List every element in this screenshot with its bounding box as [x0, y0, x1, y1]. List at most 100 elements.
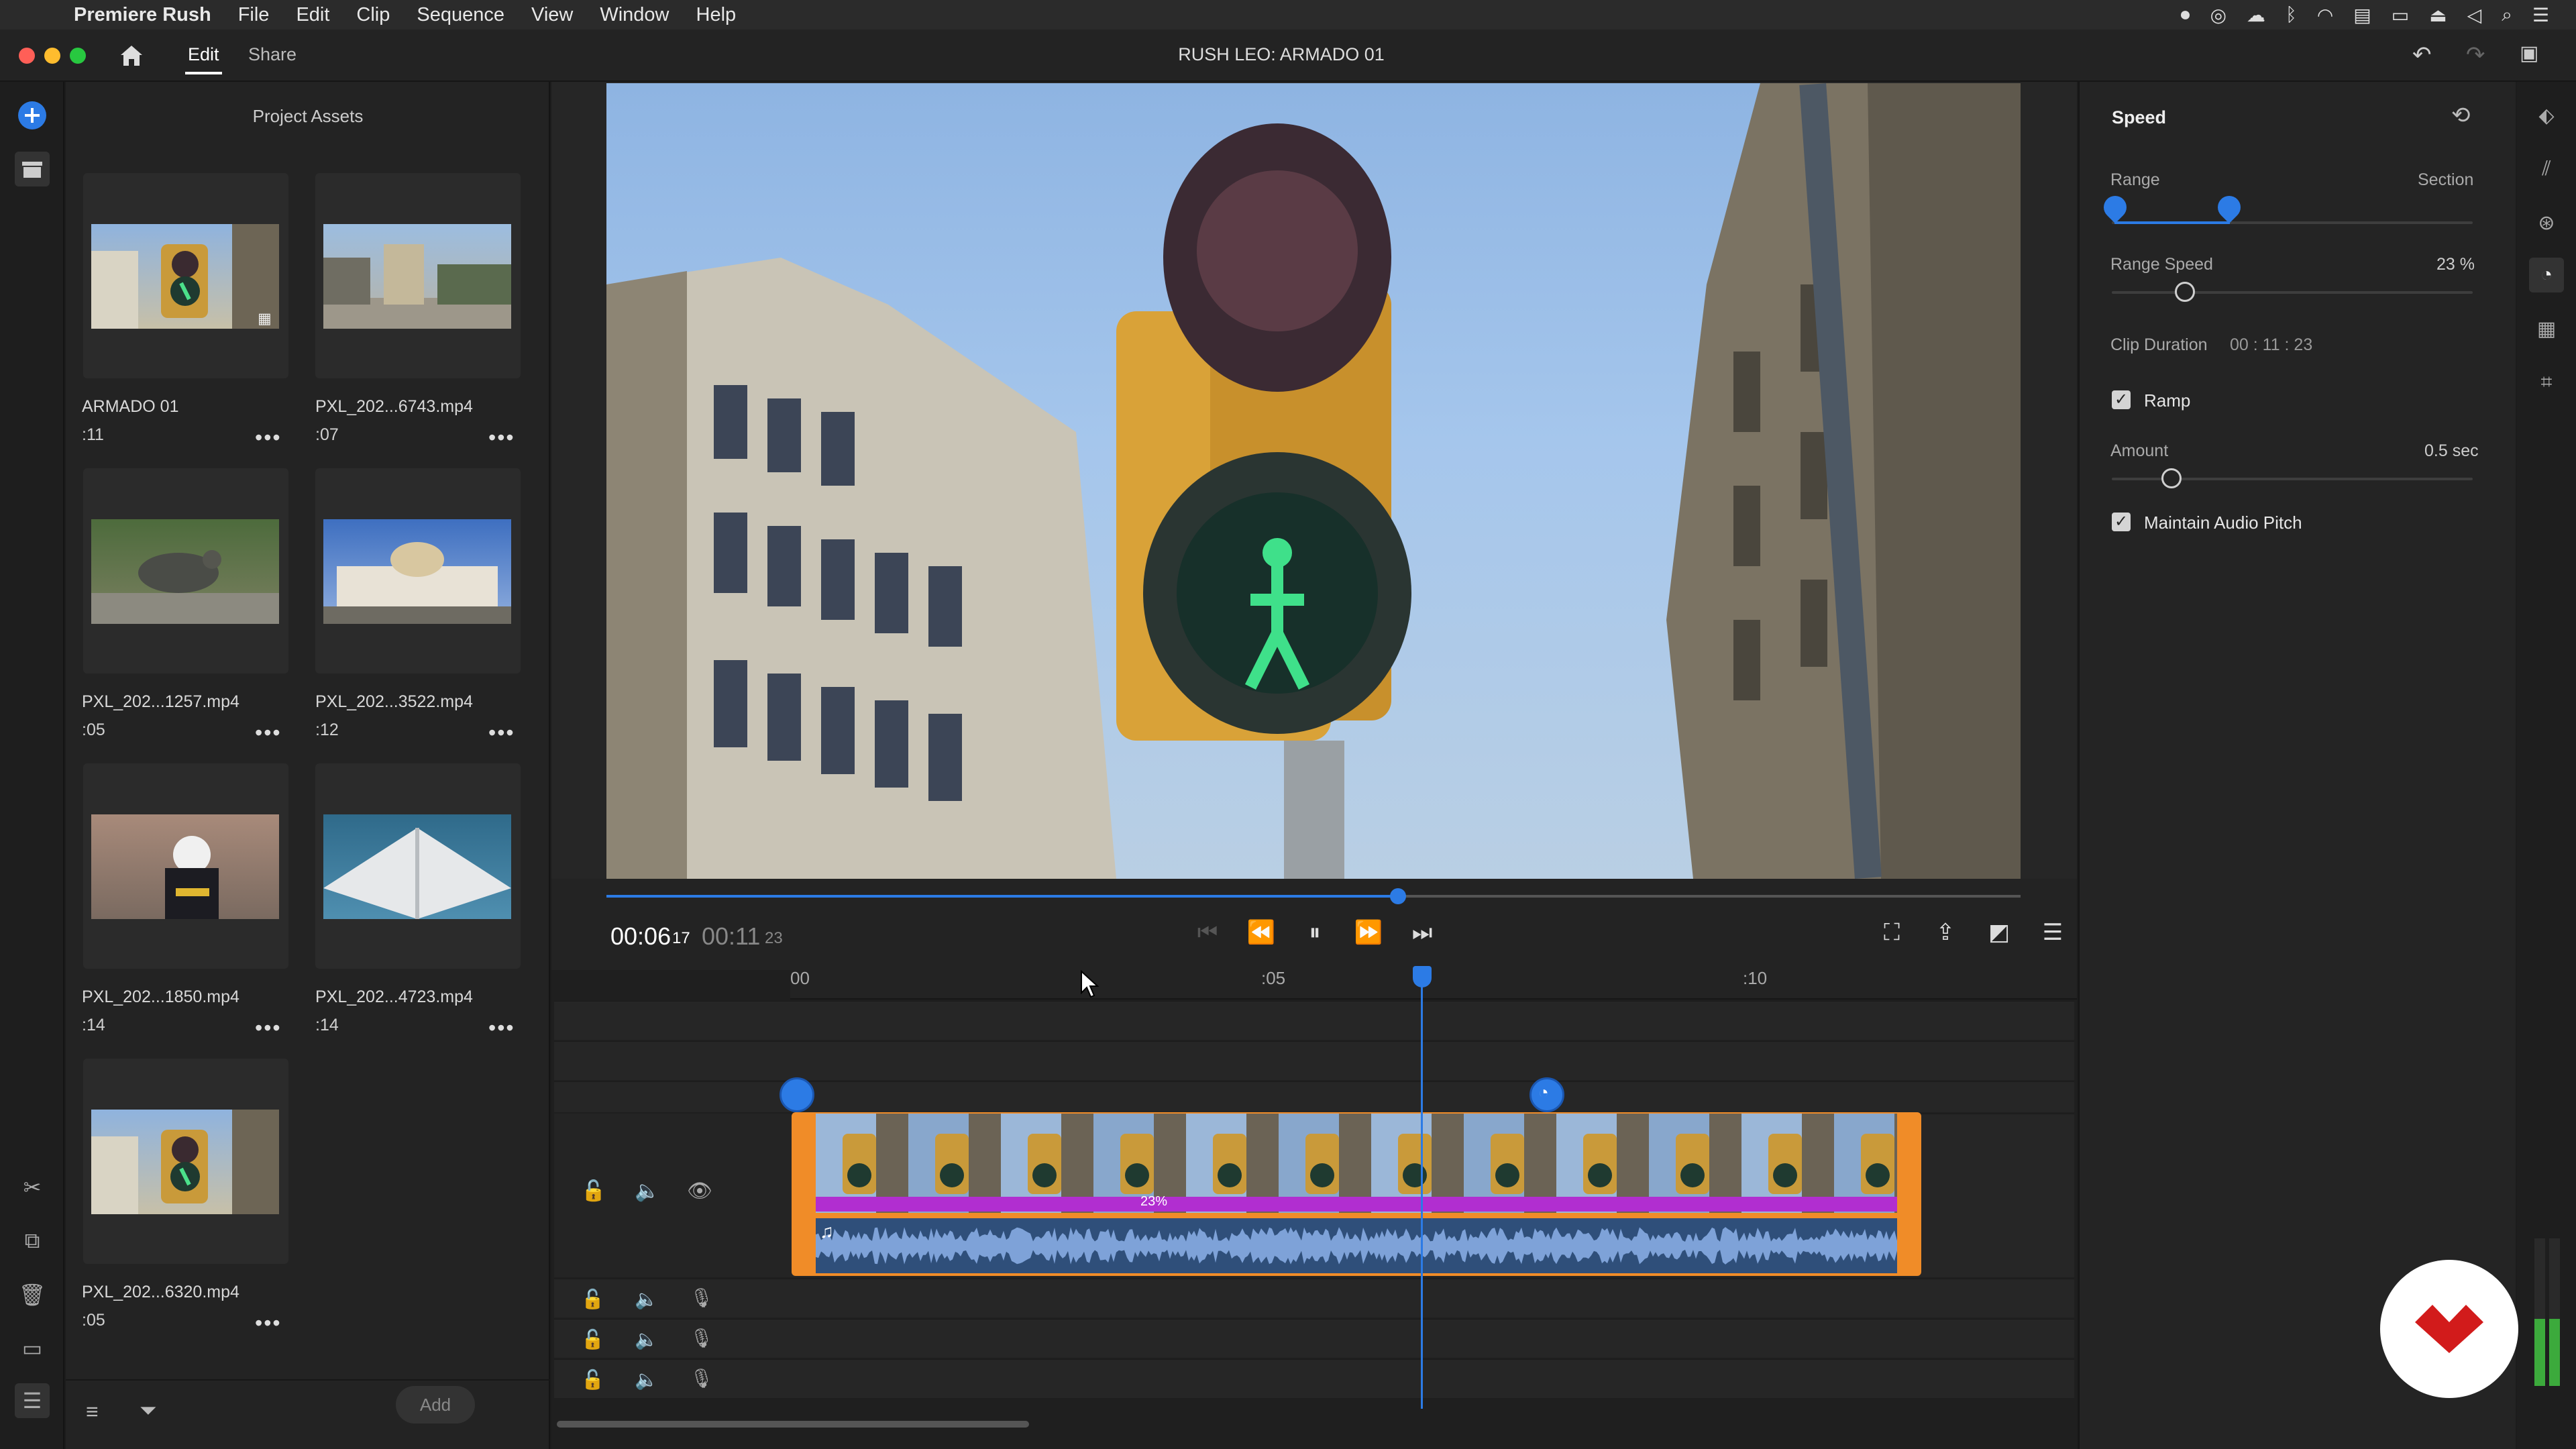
share-preview-button[interactable]: ⇪ [1925, 912, 1966, 953]
home-icon[interactable] [118, 43, 145, 68]
mute-icon[interactable]: 🔈 [635, 1328, 658, 1350]
viewer-menu-button[interactable]: ☰ [2033, 912, 2073, 953]
asset-more-button[interactable]: ••• [488, 425, 515, 450]
timeline-ruler[interactable] [790, 970, 2077, 1000]
mute-icon[interactable]: 🔈 [635, 1288, 658, 1310]
transitions-button[interactable]: ⬖ [2529, 98, 2564, 133]
record-icon[interactable]: ⏺ [2181, 4, 2190, 26]
asset-more-button[interactable]: ••• [488, 720, 515, 745]
lock-icon[interactable]: 🔓 [581, 1179, 606, 1203]
asset-more-button[interactable]: ••• [255, 720, 282, 745]
track-controls-button[interactable]: ▭ [15, 1331, 50, 1366]
menu-edit[interactable]: Edit [296, 4, 329, 26]
project-assets-button[interactable] [15, 152, 50, 186]
split-clip-button[interactable]: ✂ [15, 1170, 50, 1205]
asset-duration: :14 [315, 1016, 339, 1034]
minimize-window-button[interactable] [44, 48, 60, 64]
asset-more-button[interactable]: ••• [255, 425, 282, 450]
lock-icon[interactable]: 🔓 [581, 1288, 604, 1310]
fast-forward-button[interactable]: ⏩ [1348, 912, 1389, 953]
fit-frame-button[interactable]: ⛶ [1872, 912, 1912, 953]
asset-thumbnail [91, 1110, 279, 1214]
speed-range-end-handle[interactable]: ◔ [1529, 1077, 1564, 1112]
right-tool-rail: ⬖ ⫽ ⊛ ◔ ▦ ⌗ [2517, 82, 2576, 1449]
visibility-eye-icon[interactable]: 👁 [687, 1179, 712, 1203]
filter-icon[interactable]: ⏷ [140, 1398, 157, 1424]
crop-button[interactable]: ⌗ [2529, 365, 2564, 400]
range-speed-value[interactable]: 23 % [2436, 255, 2475, 274]
speed-range-start-handle[interactable] [780, 1077, 814, 1112]
menu-app-name[interactable]: Premiere Rush [74, 4, 211, 26]
track-row-title [554, 1001, 2074, 1040]
amount-value[interactable]: 0.5 sec [2424, 441, 2479, 461]
ramp-checkbox[interactable]: ✓ [2112, 390, 2131, 409]
rewind-button[interactable]: ⏪ [1241, 912, 1281, 953]
asset-more-button[interactable]: ••• [255, 1016, 282, 1040]
timeline-horizontal-scrollbar[interactable] [557, 1421, 1029, 1428]
microphone-icon[interactable]: 🎙 [690, 1327, 714, 1349]
clip-duration-value[interactable]: 00 : 11 : 23 [2230, 335, 2312, 355]
maintain-audio-pitch-checkbox[interactable]: ✓ [2112, 513, 2131, 531]
menu-window[interactable]: Window [600, 4, 669, 26]
wifi-icon[interactable]: ◠ [2317, 4, 2333, 26]
sort-icon[interactable]: ≡ [86, 1399, 99, 1424]
go-to-start-button[interactable]: ⏮ [1187, 912, 1228, 953]
mute-icon[interactable]: 🔈 [635, 1179, 659, 1203]
mute-icon[interactable]: 🔈 [635, 1368, 658, 1391]
bluetooth-icon[interactable]: ᛒ [2286, 4, 2297, 25]
asset-more-button[interactable]: ••• [255, 1311, 282, 1336]
audio-button[interactable]: ▦ [2529, 311, 2564, 346]
reset-icon[interactable]: ⟲ [2451, 102, 2471, 129]
menu-help[interactable]: Help [696, 4, 737, 26]
asset-card[interactable] [83, 1059, 288, 1264]
range-speed-slider-track[interactable] [2112, 291, 2473, 294]
add-to-timeline-button[interactable]: Add [396, 1386, 475, 1424]
drive-icon[interactable]: ☁ [2247, 4, 2265, 26]
flag-icon[interactable]: ▤ [2353, 4, 2371, 26]
airplay-icon[interactable]: ▭ [2392, 4, 2409, 26]
creative-cloud-icon[interactable]: ◎ [2210, 4, 2226, 26]
pause-button[interactable]: ⏸ [1295, 912, 1335, 953]
delete-button[interactable]: 🗑 [15, 1277, 50, 1312]
speed-range-bar[interactable] [816, 1197, 1897, 1212]
playhead-handle[interactable] [1413, 966, 1432, 987]
lock-icon[interactable]: 🔓 [581, 1368, 604, 1391]
volume-icon[interactable]: ◁ [2467, 4, 2482, 26]
aspect-ratio-button[interactable]: ◩ [1979, 912, 2019, 953]
asset-card[interactable] [83, 763, 288, 969]
speed-button[interactable]: ◔ [2529, 258, 2564, 292]
redo-icon[interactable]: ↷ [2466, 42, 2485, 68]
color-button[interactable]: ⊛ [2529, 205, 2564, 240]
amount-slider-knob[interactable] [2161, 468, 2182, 488]
zoom-window-button[interactable] [70, 48, 86, 64]
timeline-view-button[interactable]: ☰ [15, 1383, 50, 1418]
close-window-button[interactable] [19, 48, 35, 64]
menu-file[interactable]: File [238, 4, 270, 26]
music-note-icon: ♫ [820, 1221, 834, 1242]
menu-sequence[interactable]: Sequence [417, 4, 504, 26]
control-center-icon[interactable]: ☰ [2532, 4, 2549, 26]
lock-icon[interactable]: 🔓 [581, 1328, 604, 1350]
asset-more-button[interactable]: ••• [488, 1016, 515, 1040]
tab-share[interactable]: Share [248, 44, 297, 65]
add-media-button[interactable] [15, 98, 50, 133]
asset-card[interactable] [315, 173, 521, 378]
asset-card[interactable] [83, 468, 288, 674]
microphone-icon[interactable]: 🎙 [690, 1287, 714, 1309]
duplicate-button[interactable]: ⧉ [15, 1224, 50, 1258]
effects-button[interactable]: ⫽ [2529, 152, 2564, 186]
menu-view[interactable]: View [531, 4, 573, 26]
menu-clip[interactable]: Clip [356, 4, 390, 26]
eject-icon[interactable]: ⏏ [2429, 4, 2447, 26]
tab-edit[interactable]: Edit [185, 44, 222, 74]
asset-card[interactable] [315, 468, 521, 674]
video-preview[interactable] [606, 83, 2021, 879]
undo-icon[interactable]: ↶ [2412, 42, 2432, 68]
asset-card[interactable]: ▦ [83, 173, 288, 378]
microphone-icon[interactable]: 🎙 [690, 1367, 714, 1389]
feedback-icon[interactable]: ▣ [2520, 42, 2538, 65]
range-speed-slider-knob[interactable] [2175, 282, 2195, 302]
asset-card[interactable] [315, 763, 521, 969]
go-to-end-button[interactable]: ⏭ [1402, 912, 1442, 953]
spotlight-search-icon[interactable]: ⌕ [2502, 4, 2512, 26]
